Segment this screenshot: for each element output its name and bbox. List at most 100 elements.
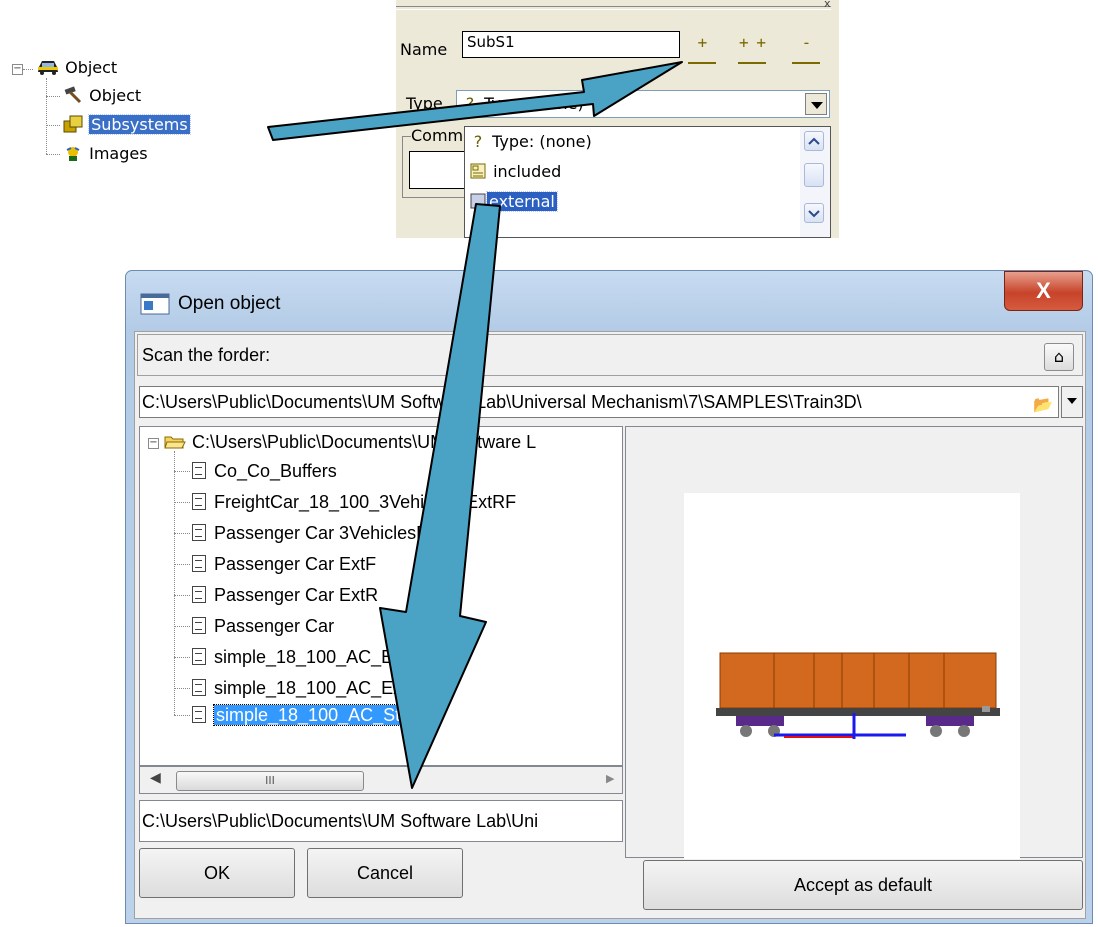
remove-subsystem-button[interactable]: - [790, 30, 822, 66]
close-icon: X [1036, 278, 1051, 303]
file-item[interactable]: Passenger Car [192, 611, 334, 641]
comment-group: Comm [402, 126, 481, 198]
name-input[interactable]: SubS1 [462, 31, 680, 58]
file-item[interactable]: FreightCar_18_100_3Vehicles_ExtRF [192, 487, 516, 517]
file-item-label: simple_18_100_AC_ExtR [214, 678, 421, 698]
hscroll-grip: III [265, 774, 275, 787]
hscroll-thumb[interactable]: III [176, 771, 364, 791]
close-button[interactable]: X [1004, 271, 1083, 311]
scroll-down-button[interactable] [804, 203, 824, 223]
scroll-right-icon[interactable]: ▶ [606, 772, 614, 785]
type-selected-value: Type: (none) [484, 94, 584, 113]
question-icon: ? [473, 132, 483, 151]
tree-collapse-toggle[interactable]: − [12, 64, 23, 75]
chevron-up-icon [808, 137, 820, 145]
folder-path-text: C:\Users\Public\Documents\UM Software La… [142, 392, 862, 412]
document-icon [192, 648, 206, 665]
tree-item-subsystems[interactable]: Subsystems [62, 114, 191, 135]
add-multiple-icon: + + [739, 33, 766, 52]
file-item-label: simple_18_100_AC_ExtF [214, 647, 419, 667]
dialog-title: Open object [178, 293, 281, 314]
cancel-button-label: Cancel [356, 863, 414, 883]
file-item-label: FreightCar_18_100_3Vehicles_ExtRF [214, 492, 517, 512]
type-option-included[interactable]: included [469, 159, 561, 185]
ok-button-label: OK [203, 863, 230, 883]
add-icon: + [697, 33, 708, 52]
file-item[interactable]: simple_18_100_AC_ExtF [192, 642, 418, 672]
scroll-up-button[interactable] [804, 131, 824, 151]
file-tree: − C:\Users\Public\Documents\UM Software … [139, 426, 623, 766]
scroll-left-icon[interactable]: ◀ [150, 770, 161, 786]
type-option-included-label: included [493, 162, 562, 181]
tree-folder-root[interactable]: C:\Users\Public\Documents\UM Software L [164, 427, 536, 457]
tree-item-images[interactable]: Images [62, 144, 148, 164]
remove-icon: - [801, 33, 812, 52]
open-folder-icon[interactable]: 📂 [1032, 391, 1054, 414]
type-label: Type [406, 94, 443, 113]
accept-as-default-label: Accept as default [793, 875, 933, 895]
document-icon [192, 493, 206, 510]
file-item[interactable]: Passenger Car ExtF [192, 549, 376, 579]
tree-item-object-label: Object [89, 86, 142, 105]
path-dropdown-button[interactable] [1061, 386, 1083, 418]
chevron-down-icon [808, 210, 820, 218]
file-item[interactable]: Passenger Car 3VehiclesExtRF [192, 518, 466, 548]
external-icon [470, 193, 486, 209]
selected-path-field: C:\Users\Public\Documents\UM Software La… [139, 800, 623, 842]
type-dropdown-button[interactable] [805, 93, 827, 115]
images-icon [66, 147, 80, 161]
add-multiple-subsystem-button[interactable]: + + [736, 30, 768, 66]
name-label: Name [400, 40, 448, 59]
tree-root-label: Object [65, 58, 118, 77]
cancel-button[interactable]: Cancel [307, 848, 463, 898]
document-icon [192, 524, 206, 541]
scroll-thumb[interactable] [804, 163, 824, 187]
panel-close-icon[interactable]: x [824, 0, 831, 10]
type-option-external[interactable]: external [469, 189, 558, 215]
file-item-label: Passenger Car ExtF [214, 554, 377, 574]
file-item-label: Passenger Car [214, 616, 335, 636]
file-item-label: Passenger Car 3VehiclesExtRF [214, 523, 467, 543]
folder-open-icon [164, 436, 186, 449]
tree-root-path: C:\Users\Public\Documents\UM Software L [192, 432, 537, 452]
folder-path-field[interactable]: C:\Users\Public\Documents\UM Software La… [139, 386, 1059, 418]
type-option-none[interactable]: ? Type: (none) [469, 129, 592, 155]
dialog-client: Scan the forder: ⌂ C:\Users\Public\Docum… [134, 331, 1086, 919]
file-item[interactable]: Co_Co_Buffers [192, 456, 337, 486]
file-item-label: simple_18_100_AC_Std [212, 704, 414, 726]
question-icon: ? [465, 94, 475, 113]
home-icon: ⌂ [1053, 347, 1065, 366]
ok-button[interactable]: OK [139, 848, 295, 898]
comment-label: Comm [411, 126, 466, 145]
object-preview [684, 493, 1020, 859]
tree-item-object[interactable]: Object [62, 86, 141, 106]
selected-path-text: C:\Users\Public\Documents\UM Software La… [142, 811, 539, 831]
file-item[interactable]: Passenger Car ExtR [192, 580, 378, 610]
document-icon [192, 555, 206, 572]
dialog-app-icon [140, 293, 170, 315]
document-icon [192, 617, 206, 634]
accept-as-default-button[interactable]: Accept as default [643, 860, 1083, 910]
scan-folder-label: Scan the forder: [142, 345, 271, 365]
preview-area [625, 426, 1083, 859]
scan-folder-bar: Scan the forder: ⌂ [137, 334, 1083, 376]
type-combobox[interactable]: ? Type: (none) [456, 90, 830, 118]
open-object-dialog: Open object X Scan the forder: ⌂ C:\User… [125, 270, 1093, 924]
tree-collapse-toggle[interactable]: − [148, 438, 159, 449]
tree-item-images-label: Images [89, 144, 148, 163]
file-item-label: Co_Co_Buffers [214, 461, 337, 481]
file-item[interactable]: simple_18_100_AC_ExtR [192, 673, 420, 703]
file-item-label: Passenger Car ExtR [214, 585, 379, 605]
file-item-selected[interactable]: simple_18_100_AC_Std [192, 700, 414, 730]
home-button[interactable]: ⌂ [1044, 343, 1074, 371]
add-subsystem-button[interactable]: + [686, 30, 718, 66]
freight-car-preview-image [716, 652, 1000, 739]
type-option-external-label: external [486, 191, 558, 212]
type-option-none-label: Type: (none) [492, 132, 592, 151]
dropdown-scrollbar[interactable] [800, 127, 830, 237]
file-tree-hscrollbar[interactable]: ◀ III ▶ [139, 766, 623, 794]
subsystems-icon [63, 115, 83, 133]
document-icon [192, 679, 206, 696]
tree-root-item[interactable]: Object [36, 58, 117, 78]
document-icon [192, 706, 206, 723]
